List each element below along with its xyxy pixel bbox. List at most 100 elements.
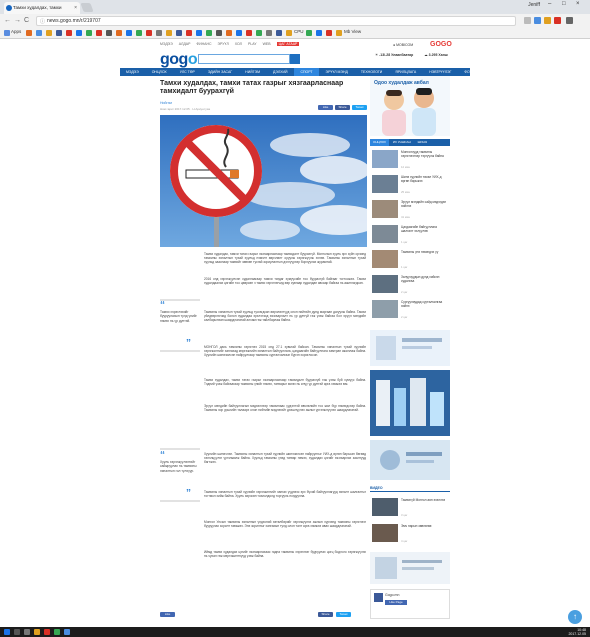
facebook-like-button[interactable]: Like bbox=[160, 612, 175, 617]
bookmark-icon[interactable] bbox=[226, 30, 232, 36]
back-icon[interactable]: ← bbox=[4, 16, 11, 26]
nav-item[interactable]: ЭРҮҮЛ МЭНД bbox=[320, 68, 354, 76]
bookmark-mbview[interactable]: Mb View bbox=[344, 29, 361, 34]
folder-icon[interactable] bbox=[34, 629, 40, 635]
bookmark-icon[interactable] bbox=[46, 30, 52, 36]
reload-icon[interactable]: C bbox=[24, 16, 29, 26]
nav-item[interactable]: НЭВТРҮҮЛЭГ bbox=[423, 68, 457, 76]
nav-item[interactable]: ФОТО/МУЛЬТИМЕДИА bbox=[458, 68, 470, 76]
apps-icon[interactable] bbox=[4, 30, 10, 36]
video-item[interactable]: Тамхигүй Монгол аян эхэллээ 3 цаг bbox=[370, 496, 450, 520]
video-title[interactable]: Тамхигүй Монгол аян эхэллээ bbox=[401, 498, 448, 502]
top-link[interactable]: ЭРУҮЛ bbox=[218, 42, 229, 46]
minimize-icon[interactable]: – bbox=[548, 1, 551, 7]
url-input[interactable]: ⓘ news.gogo.mn/r/219707 bbox=[36, 16, 516, 26]
profile-name[interactable]: Jeniff bbox=[528, 2, 540, 8]
news-title[interactable]: Цагдаагийн байгууллага шалгалт эхлүүлэв bbox=[401, 225, 448, 233]
maximize-icon[interactable]: □ bbox=[562, 1, 566, 7]
video-title[interactable]: Эмч нарын зөвлөгөө bbox=[401, 524, 448, 528]
bookmark-icon[interactable] bbox=[166, 30, 172, 36]
bookmark-icon[interactable] bbox=[196, 30, 202, 36]
bookmark-icon[interactable] bbox=[316, 30, 322, 36]
sidebar-news-item[interactable]: Сургуулиудад сурталчилгаа хийнэ 2 цаг bbox=[370, 298, 450, 322]
scroll-to-top-button[interactable]: ↑ bbox=[568, 610, 582, 624]
bookmark-cpu[interactable]: CPU bbox=[294, 29, 304, 34]
clock[interactable]: 10:48 2017.12.05 bbox=[568, 628, 586, 636]
facebook-share-button[interactable]: Share bbox=[335, 105, 350, 110]
nav-item-active[interactable]: СПОРТ bbox=[294, 68, 319, 76]
partner-logo[interactable]: GOGO bbox=[430, 41, 452, 48]
sidebar-tab[interactable]: ОНЦЛОХ bbox=[370, 139, 389, 146]
bookmark-star-icon[interactable] bbox=[524, 17, 531, 24]
bookmark-icon[interactable] bbox=[176, 30, 182, 36]
bookmark-icon[interactable] bbox=[256, 30, 262, 36]
bookmark-icon[interactable] bbox=[186, 30, 192, 36]
nav-item[interactable]: ТЕХНОЛОГИ bbox=[355, 68, 388, 76]
sidebar-banner[interactable] bbox=[370, 370, 450, 436]
chrome-icon[interactable] bbox=[64, 629, 70, 635]
sidebar-advertisement[interactable]: Одоо худалдаж авбал bbox=[370, 76, 450, 136]
bookmark-icon[interactable] bbox=[216, 30, 222, 36]
news-title[interactable]: Монголчууд тамхины хэрэглээгээр тэргүүлж… bbox=[401, 150, 448, 158]
facebook-share-button[interactable]: Share bbox=[318, 612, 333, 617]
tab-close-icon[interactable]: × bbox=[74, 2, 77, 14]
tweet-button[interactable]: Tweet bbox=[352, 105, 367, 110]
taskview-icon[interactable] bbox=[24, 629, 30, 635]
sidebar-news-item[interactable]: Залуучуудын дунд хийсэн судалгаа 2 цаг bbox=[370, 273, 450, 297]
search-icon[interactable] bbox=[14, 629, 20, 635]
bookmark-icon[interactable] bbox=[326, 30, 332, 36]
nav-item[interactable]: ОНЦЛОХ bbox=[146, 68, 173, 76]
partner-label[interactable]: ● MOBICOM bbox=[393, 43, 413, 47]
sidebar-banner[interactable] bbox=[370, 440, 450, 480]
bookmark-icon[interactable] bbox=[26, 30, 32, 36]
news-title[interactable]: Тамхины үнэ нэмэгдэх үү bbox=[401, 250, 448, 254]
bookmark-icon[interactable] bbox=[146, 30, 152, 36]
bookmark-icon[interactable] bbox=[156, 30, 162, 36]
browser-tab[interactable]: Тамхи худалдах, тамхи × bbox=[4, 2, 80, 14]
search-button[interactable] bbox=[290, 54, 300, 64]
news-title[interactable]: Эрүүл мэндийн сайд мэдэгдэл хийлээ bbox=[401, 200, 448, 208]
nav-item[interactable]: ЭДИЙН ЗАСАГ bbox=[202, 68, 238, 76]
fb-like-page-button[interactable]: Like Page bbox=[385, 600, 407, 605]
nav-item[interactable]: НИЙГЭМ bbox=[239, 68, 266, 76]
nav-item[interactable]: МЭДЭЭ bbox=[120, 68, 145, 76]
tweet-button[interactable]: Tweet bbox=[336, 612, 351, 617]
close-window-icon[interactable]: × bbox=[576, 1, 580, 7]
bookmark-icon[interactable] bbox=[126, 30, 132, 36]
new-tab-button[interactable] bbox=[80, 3, 94, 12]
article-category[interactable]: Нийгэм bbox=[160, 101, 172, 105]
bookmark-icon[interactable] bbox=[116, 30, 122, 36]
nav-item[interactable]: УЛС ТӨР bbox=[174, 68, 201, 76]
news-title[interactable]: Сургуулиудад сурталчилгаа хийнэ bbox=[401, 300, 448, 308]
bookmark-icon[interactable] bbox=[246, 30, 252, 36]
bookmark-icon[interactable] bbox=[66, 30, 72, 36]
bookmark-icon[interactable] bbox=[136, 30, 142, 36]
top-link[interactable]: МЭДЭЭ bbox=[160, 42, 173, 46]
bookmark-icon[interactable] bbox=[96, 30, 102, 36]
top-link-highlight[interactable]: ЦАГ АГААР bbox=[276, 42, 300, 46]
bookmark-icon[interactable] bbox=[86, 30, 92, 36]
app-icon[interactable] bbox=[54, 629, 60, 635]
sidebar-news-item[interactable]: Шинэ хуулийн төсөл УИХ-д өргөн барьжээ 2… bbox=[370, 173, 450, 197]
bookmark-icon[interactable] bbox=[336, 30, 342, 36]
bookmark-icon[interactable] bbox=[276, 30, 282, 36]
extension-icon[interactable] bbox=[534, 17, 541, 24]
bookmark-icon[interactable] bbox=[286, 30, 292, 36]
sidebar-news-item[interactable]: Монголчууд тамхины хэрэглээгээр тэргүүлж… bbox=[370, 148, 450, 172]
top-link[interactable]: PLAY bbox=[248, 42, 257, 46]
video-item[interactable]: Эмч нарын зөвлөгөө 4 цаг bbox=[370, 522, 450, 546]
top-link[interactable]: ХОЛ bbox=[235, 42, 242, 46]
facebook-like-button[interactable]: Like bbox=[318, 105, 333, 110]
bookmark-icon[interactable] bbox=[236, 30, 242, 36]
start-icon[interactable] bbox=[4, 629, 10, 635]
bookmark-icon[interactable] bbox=[266, 30, 272, 36]
extension-icon[interactable] bbox=[544, 17, 551, 24]
sidebar-news-item[interactable]: Тамхины үнэ нэмэгдэх үү 1 цаг bbox=[370, 248, 450, 272]
bookmark-icon[interactable] bbox=[306, 30, 312, 36]
news-title[interactable]: Залуучуудын дунд хийсэн судалгаа bbox=[401, 275, 448, 283]
nav-item[interactable]: ЯРИЛЦЛАГА bbox=[389, 68, 422, 76]
bookmark-icon[interactable] bbox=[36, 30, 42, 36]
bookmark-apps[interactable]: Apps bbox=[11, 29, 21, 34]
forward-icon[interactable]: → bbox=[14, 16, 21, 26]
sidebar-tab[interactable]: ШИНЭ bbox=[415, 139, 430, 146]
